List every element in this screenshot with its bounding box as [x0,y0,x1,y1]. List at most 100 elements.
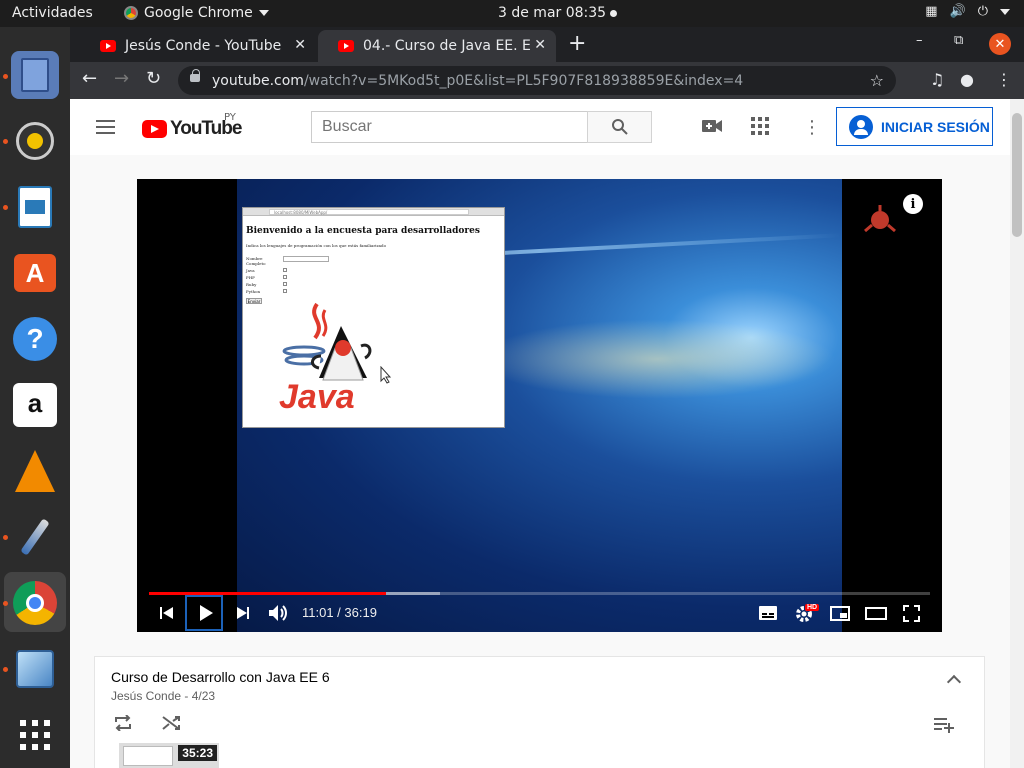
playlist-panel: Curso de Desarrollo con Java EE 6 Jesús … [94,656,985,768]
files-icon[interactable] [11,51,59,99]
shuffle-icon[interactable] [161,715,181,731]
scrollbar-thumb[interactable] [1012,113,1022,237]
new-tab-icon[interactable]: + [568,31,586,56]
inner-checkbox [283,268,287,272]
inner-url: localhost:8080/MiWebApp/ [269,209,469,215]
create-video-icon[interactable] [702,117,722,138]
inner-heading: Bienvenido a la encuesta para desarrolla… [246,226,480,236]
app-menu-label: Google Chrome [144,5,253,21]
star-icon[interactable]: ☆ [870,71,884,90]
help-icon[interactable]: ? [11,315,59,363]
paint-icon[interactable] [11,513,59,561]
light-glow [477,319,837,399]
tab-java-ee[interactable]: 04.- Curso de Java EE. El p ✕ [318,30,556,62]
running-indicator [3,139,8,144]
network-icon: ▦ [925,4,938,19]
tab-title: Jesús Conde - YouTube [125,38,282,54]
info-icon[interactable]: i [903,194,923,214]
youtube-header: YouTube PY ⋮ INICIAR SESIÓN [70,99,1010,155]
media-control-icon[interactable]: ♫ [930,70,944,89]
running-indicator [3,535,8,540]
forward-icon[interactable]: → [114,68,129,89]
chrome-icon[interactable] [11,579,59,627]
show-apps-icon[interactable] [11,711,59,759]
volume-icon[interactable] [268,604,288,622]
address-bar[interactable]: youtube.com/watch?v=5MKod5t_p0E&list=PL5… [178,66,896,95]
chevron-down-icon [1000,8,1010,15]
libreoffice-writer-icon[interactable] [11,183,59,231]
loop-icon[interactable] [113,715,133,731]
page-scrollbar[interactable] [1010,99,1024,768]
previous-icon[interactable] [159,606,175,620]
play-icon [199,605,213,621]
clock[interactable]: 3 de mar 08:35 [498,5,618,21]
tab-title: 04.- Curso de Java EE. El p [363,38,543,54]
power-icon: ⏻ [977,4,988,19]
youtube-play-logo-icon [142,120,167,138]
volume-icon: 🔊 [949,4,966,19]
account-circle-icon [849,114,873,139]
app-menu[interactable]: Google Chrome [124,5,269,21]
profile-icon[interactable]: ● [960,70,974,89]
inner-option-row: Ruby [246,282,504,287]
search-input[interactable] [311,111,588,143]
close-icon[interactable]: ✕ [530,37,546,53]
inner-submit: Enviar [246,298,262,304]
youtube-page: YouTube PY ⋮ INICIAR SESIÓN [70,99,1010,768]
kebab-menu-icon[interactable]: ⋮ [996,70,1012,89]
back-icon[interactable]: ← [82,68,97,89]
dock: A ? a [0,27,70,768]
play-button[interactable] [185,595,223,631]
search-icon [611,119,628,135]
add-to-queue-icon[interactable] [934,717,956,733]
subtitles-icon[interactable] [759,606,777,620]
playlist-title[interactable]: Curso de Desarrollo con Java EE 6 [111,669,330,685]
video-player[interactable]: localhost:8080/MiWebApp/ Bienvenido a la… [137,179,942,632]
chrome-toolbar: ← → ↻ youtube.com/watch?v=5MKod5t_p0E&li… [70,62,1024,99]
signin-button[interactable]: INICIAR SESIÓN [836,107,993,146]
inner-option-row: PHP [246,275,504,280]
software-center-icon[interactable]: A [11,249,59,297]
inner-checkbox [283,289,287,293]
close-icon[interactable]: ✕ [294,37,306,53]
minimize-icon[interactable]: – [916,33,923,48]
window-close-icon[interactable]: ✕ [989,33,1011,55]
youtube-favicon-icon [100,40,116,52]
search-button[interactable] [587,111,652,143]
country-code: PY [224,112,236,123]
theater-mode-icon[interactable] [865,607,887,620]
apps-grid-icon[interactable] [751,117,769,140]
fullscreen-icon[interactable] [903,605,920,622]
hamburger-menu-icon[interactable] [96,120,115,134]
activities-button[interactable]: Actividades [12,5,93,21]
address-host: youtube.com [212,72,304,89]
inner-name-row: Nombre Completo [246,256,504,266]
progress-bar[interactable] [149,592,930,595]
video-duration: 35:23 [178,745,217,761]
next-icon[interactable] [235,606,251,620]
thumbnail-image [123,746,173,766]
amazon-icon[interactable]: a [11,381,59,429]
virtualbox-icon[interactable] [11,645,59,693]
system-menu[interactable]: ▦ 🔊 ⏻ [925,4,1010,19]
tab-jesus-conde[interactable]: Jesús Conde - YouTube ✕ [80,30,316,62]
vlc-icon[interactable] [11,447,59,495]
chevron-down-icon [258,10,269,16]
signin-label: INICIAR SESIÓN [881,118,990,135]
chrome-window: Jesús Conde - YouTube ✕ 04.- Curso de Ja… [70,27,1024,768]
restore-icon[interactable]: ⧉ [954,33,963,48]
miniplayer-icon[interactable] [830,606,850,621]
youtube-favicon-icon [338,40,354,52]
inner-subtext: Indica los lenguajes de programación con… [246,243,387,248]
mouse-cursor-icon [380,366,392,384]
channel-watermark-icon[interactable] [863,205,897,235]
rhythmbox-icon[interactable] [11,117,59,165]
running-indicator [3,601,8,606]
chrome-small-icon [124,6,138,20]
settings-kebab-icon[interactable]: ⋮ [803,117,821,138]
reload-icon[interactable]: ↻ [146,68,161,89]
playlist-item-thumbnail[interactable]: 35:23 [119,743,219,768]
hd-badge: HD [805,604,820,611]
youtube-logo[interactable]: YouTube PY [142,112,242,140]
collapse-chevron-icon[interactable] [946,674,962,690]
